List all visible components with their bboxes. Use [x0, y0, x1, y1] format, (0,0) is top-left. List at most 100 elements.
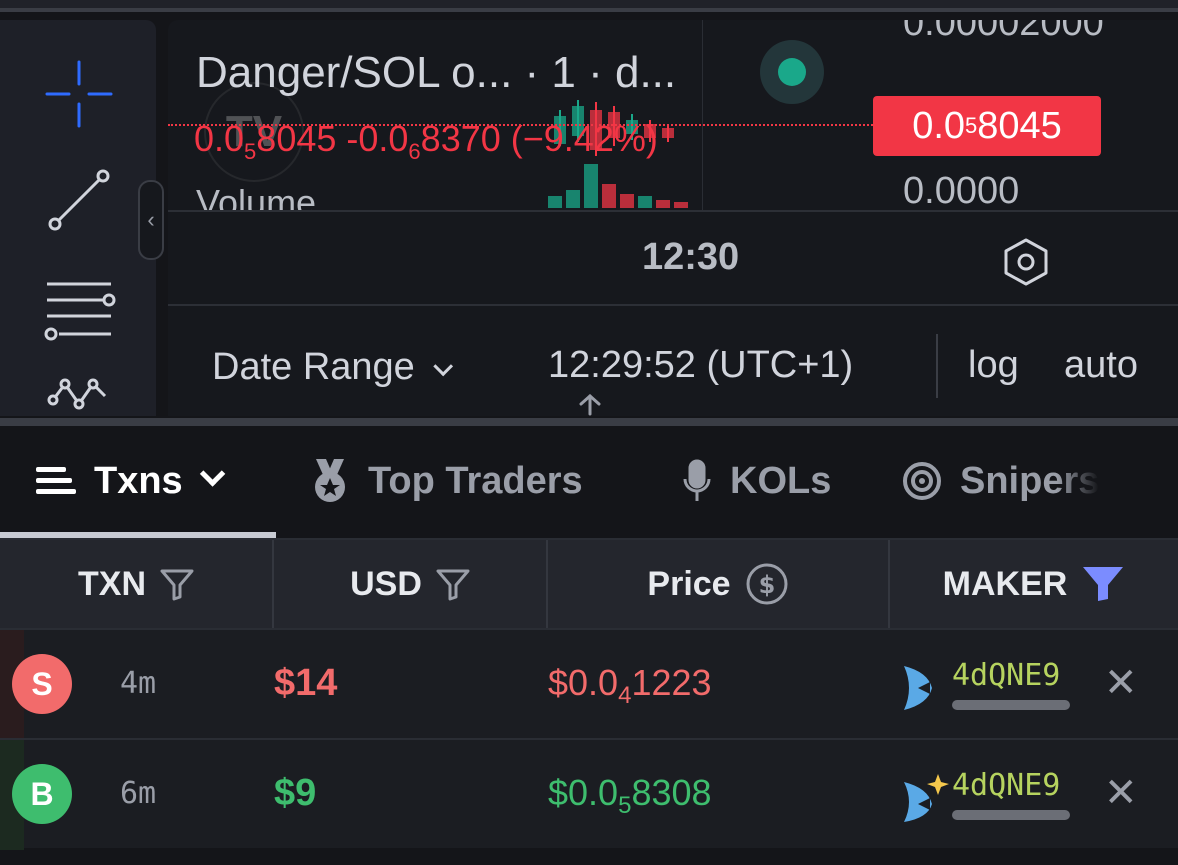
list-icon: [36, 465, 76, 497]
price-scale[interactable]: 0.00002000 0.0 5 8045 0.0000: [873, 20, 1178, 212]
col-price[interactable]: Price $: [548, 540, 890, 628]
chart-title: Danger/SOL o... · 1 · d...: [196, 48, 677, 97]
chart-footer-separator: [168, 304, 1178, 306]
date-range-button[interactable]: Date Range: [212, 346, 454, 389]
price-part: 8308: [631, 772, 712, 813]
live-indicator: [760, 40, 824, 104]
drawing-toolbar: [0, 20, 156, 416]
dolphin-sparkle-icon: [904, 774, 949, 822]
svg-text:$: $: [758, 571, 775, 599]
top-divider: [0, 8, 1178, 12]
chevron-down-icon: [199, 461, 226, 487]
maker-holding-bar: [952, 810, 1070, 820]
date-range-label: Date Range: [212, 346, 415, 388]
log-scale-button[interactable]: log: [968, 344, 1019, 387]
trend-line-icon: [48, 169, 110, 231]
col-usd[interactable]: USD: [274, 540, 548, 628]
txn-price: $0.058308: [548, 772, 712, 820]
trend-line-tool[interactable]: [36, 160, 122, 240]
filter-icon[interactable]: [436, 567, 470, 601]
time-axis-label: 12:30: [642, 236, 740, 278]
table-row[interactable]: B 6m $9 $0.058308 4dQNE9 ✕: [0, 738, 1178, 850]
filter-icon[interactable]: [160, 567, 194, 601]
col-maker[interactable]: MAKER: [890, 540, 1178, 628]
price-change: 0.058045 -0.068370 (−9.42%): [194, 118, 658, 165]
chevron-left-icon: ‹: [147, 207, 155, 232]
time-axis-separator: [168, 210, 1178, 212]
table-row[interactable]: S 4m $14 $0.041223 4dQNE9 ✕: [0, 628, 1178, 740]
scale-bottom-value: 0.0000: [903, 170, 1020, 212]
col-txn[interactable]: TXN: [0, 540, 274, 628]
crosshair-icon: [45, 60, 113, 128]
price-sub: 4: [618, 682, 632, 710]
candle-body-6: [662, 128, 674, 138]
tab-label: Txns: [94, 459, 183, 502]
filter-active-icon[interactable]: [1081, 565, 1125, 603]
txn-age: 4m: [120, 666, 157, 701]
tab-label: KOLs: [730, 459, 832, 502]
volume-bar-5: [638, 196, 652, 208]
price-part: $0.0: [548, 772, 619, 813]
auto-scale-button[interactable]: auto: [1064, 344, 1138, 387]
close-icon[interactable]: ✕: [1104, 660, 1138, 706]
txn-usd: $14: [274, 662, 338, 704]
footer-divider: [936, 334, 938, 398]
dolphin-icon: [904, 666, 932, 710]
crosshair-tool[interactable]: [36, 54, 122, 134]
chart-gridline: [702, 20, 703, 210]
medal-icon: [310, 459, 350, 503]
price-part: 1223: [631, 662, 712, 703]
tab-txns[interactable]: Txns: [36, 456, 226, 506]
price-part: $0.0: [548, 662, 619, 703]
tab-top-traders[interactable]: Top Traders: [310, 456, 583, 506]
col-label: TXN: [78, 564, 146, 603]
volume-bar-2: [584, 164, 598, 208]
txn-usd: $9: [274, 772, 317, 814]
change-part: 0.0: [194, 118, 245, 159]
volume-bar-4: [620, 194, 634, 208]
fib-tool[interactable]: [36, 268, 122, 348]
sell-badge: S: [12, 654, 72, 714]
tab-label: Snipers: [960, 459, 1100, 502]
clock-label[interactable]: 12:29:52 (UTC+1): [548, 344, 853, 387]
last-price-tag: 0.0 5 8045: [873, 96, 1101, 156]
price-tag-part: 8045: [977, 104, 1062, 147]
price-tag-part: 0.0: [912, 104, 966, 147]
volume-bar-1: [566, 190, 580, 208]
volume-bar-3: [602, 184, 616, 208]
microphone-icon: [682, 459, 712, 503]
chevron-down-icon: [433, 356, 454, 377]
maker-link[interactable]: 4dQNE9: [952, 768, 1060, 803]
scale-top-value: 0.00002000: [903, 20, 1104, 44]
tab-bar: Txns Top Traders KOLs Snipers: [0, 426, 1178, 538]
volume-bar-7: [674, 202, 688, 208]
pattern-icon: [47, 378, 107, 410]
top-bar: [0, 0, 1178, 8]
col-label: MAKER: [942, 564, 1068, 603]
live-dot-icon: [778, 58, 806, 86]
col-label: USD: [350, 564, 422, 603]
volume-bar-6: [656, 200, 670, 208]
buy-badge: B: [12, 764, 72, 824]
target-icon: [902, 461, 942, 501]
pattern-tool[interactable]: [36, 370, 122, 416]
hexagon-settings-icon[interactable]: [1000, 236, 1052, 288]
change-sub: 5: [244, 139, 257, 165]
change-sub: 6: [408, 139, 421, 165]
fib-levels-icon: [44, 282, 116, 341]
collapse-toolbar-button[interactable]: ‹: [138, 180, 164, 260]
volume-bar-0: [548, 196, 562, 208]
change-part: 8045 -0.0: [256, 118, 409, 159]
txn-age: 6m: [120, 776, 157, 811]
price-tag-sub: 5: [965, 113, 978, 138]
dollar-circle-icon[interactable]: $: [745, 562, 789, 606]
tab-snipers[interactable]: Snipers: [902, 456, 1099, 506]
maker-holding-bar: [952, 700, 1070, 710]
tab-kols[interactable]: KOLs: [682, 456, 831, 506]
txns-table-header: TXN USD Price $ MAKER: [0, 540, 1178, 628]
price-chart[interactable]: TV Danger/SOL o... · 1 · d... 0.058045 -…: [168, 20, 1178, 416]
tab-label: Top Traders: [368, 459, 583, 502]
maker-link[interactable]: 4dQNE9: [952, 658, 1060, 693]
col-label: Price: [647, 564, 731, 603]
close-icon[interactable]: ✕: [1104, 770, 1138, 816]
